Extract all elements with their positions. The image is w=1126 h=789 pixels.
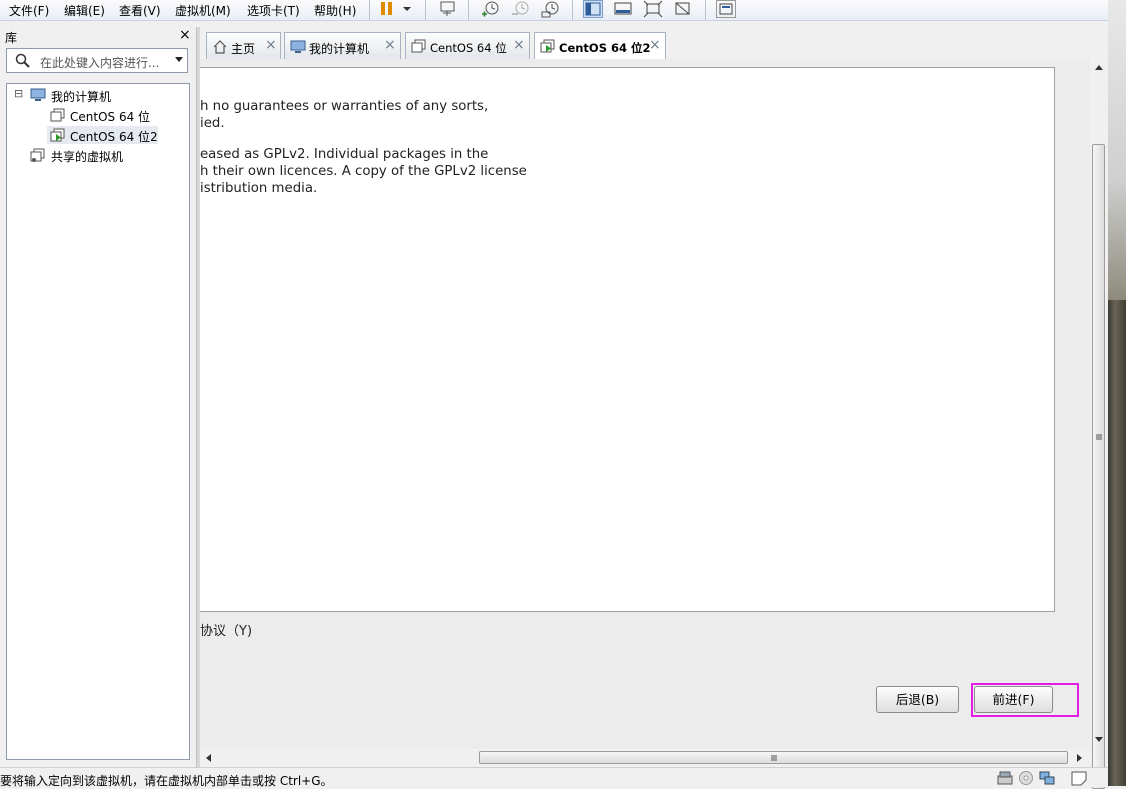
license-line: h their own licences. A copy of the GPLv… bbox=[200, 164, 527, 179]
tree-item-label: 共享的虚拟机 bbox=[51, 150, 124, 164]
vm-icon bbox=[411, 39, 426, 53]
license-line: ied. bbox=[200, 116, 225, 131]
back-button[interactable]: 后退(B) bbox=[876, 686, 959, 713]
license-line: eased as GPLv2. Individual packages in t… bbox=[200, 147, 489, 162]
search-icon bbox=[15, 53, 31, 72]
tab-close-icon[interactable]: × bbox=[513, 37, 525, 53]
dropdown-arrow-icon[interactable] bbox=[400, 0, 420, 18]
forward-button-highlight bbox=[971, 683, 1079, 717]
unity-icon[interactable] bbox=[673, 0, 693, 18]
vm-icon bbox=[50, 108, 65, 122]
vm-running-icon bbox=[540, 39, 555, 53]
tree-item-centos-64-2[interactable]: CentOS 64 位2 bbox=[47, 126, 158, 144]
scroll-down-icon[interactable] bbox=[1094, 736, 1104, 744]
menu-edit[interactable]: 编辑(E) bbox=[64, 2, 105, 19]
console-view-icon[interactable] bbox=[613, 0, 633, 18]
horizontal-scroll-thumb[interactable] bbox=[479, 751, 1068, 764]
home-icon bbox=[213, 40, 227, 54]
snapshot-manager-icon[interactable] bbox=[540, 0, 560, 18]
license-text-box[interactable]: h no guarantees or warranties of any sor… bbox=[200, 67, 1055, 612]
vm-running-icon bbox=[50, 128, 65, 142]
horizontal-scrollbar[interactable] bbox=[200, 749, 1090, 766]
send-ctrl-alt-del-icon[interactable] bbox=[438, 0, 458, 18]
grip-icon bbox=[771, 755, 777, 761]
scroll-right-icon[interactable] bbox=[1076, 753, 1084, 763]
message-icon[interactable] bbox=[1070, 770, 1088, 786]
tab-close-icon[interactable]: × bbox=[384, 37, 396, 53]
menu-view[interactable]: 查看(V) bbox=[119, 2, 161, 19]
menu-file[interactable]: 文件(F) bbox=[9, 2, 49, 19]
tab-close-icon[interactable]: × bbox=[265, 37, 277, 53]
license-line: h no guarantees or warranties of any sor… bbox=[200, 99, 489, 114]
accept-agreement-checkbox-label[interactable]: 协议（Y) bbox=[200, 620, 252, 639]
tree-item-label: CentOS 64 位2 bbox=[70, 130, 158, 144]
tab-bar: 主页 × 我的计算机 × CentOS 64 位 × CentOS 64 位2 … bbox=[200, 27, 1108, 60]
tab-label: CentOS 64 位2 bbox=[559, 41, 651, 55]
library-close-icon[interactable]: × bbox=[179, 27, 191, 43]
tree-item-shared-vms[interactable]: 共享的虚拟机 bbox=[29, 146, 149, 164]
tab-label: 主页 bbox=[231, 42, 256, 56]
tab-label: CentOS 64 位 bbox=[430, 41, 507, 55]
computer-icon bbox=[290, 40, 306, 53]
desktop-background-strip bbox=[1108, 0, 1126, 786]
network-icon[interactable] bbox=[1038, 770, 1056, 786]
vertical-scrollbar[interactable] bbox=[1090, 59, 1108, 789]
library-tree: ⊟ 我的计算机 CentOS 64 位 CentOS 64 位2 共享的虚拟机 bbox=[6, 83, 190, 760]
vertical-scroll-thumb[interactable] bbox=[1092, 144, 1105, 789]
menu-vm[interactable]: 虚拟机(M) bbox=[175, 2, 231, 19]
menu-tabs[interactable]: 选项卡(T) bbox=[247, 2, 300, 19]
snapshot-take-icon[interactable] bbox=[480, 0, 500, 18]
tab-label: 我的计算机 bbox=[309, 42, 370, 56]
tree-expander-icon[interactable]: ⊟ bbox=[14, 87, 23, 100]
status-bar: 要将输入定向到该虚拟机，请在虚拟机内部单击或按 Ctrl+G。 bbox=[0, 767, 1108, 788]
menu-bar: 文件(F) 编辑(E) 查看(V) 虚拟机(M) 选项卡(T) 帮助(H) bbox=[0, 0, 1108, 21]
menu-help[interactable]: 帮助(H) bbox=[314, 2, 356, 19]
pause-icon[interactable] bbox=[378, 0, 398, 18]
shared-vm-icon bbox=[30, 148, 45, 162]
fullscreen-icon[interactable] bbox=[643, 0, 663, 18]
license-line: istribution media. bbox=[200, 181, 318, 196]
tree-item-my-computer[interactable]: ⊟ 我的计算机 bbox=[7, 86, 187, 104]
grip-icon bbox=[1096, 434, 1102, 440]
tab-my-computer[interactable]: 我的计算机 × bbox=[284, 32, 401, 59]
scroll-up-icon[interactable] bbox=[1094, 63, 1104, 71]
search-placeholder: 在此处键入内容进行... bbox=[40, 56, 160, 70]
tab-close-icon[interactable]: × bbox=[649, 37, 661, 53]
tree-item-centos-64[interactable]: CentOS 64 位 bbox=[47, 106, 167, 124]
search-dropdown-icon[interactable] bbox=[175, 57, 183, 62]
library-search-input[interactable]: 在此处键入内容进行... bbox=[6, 48, 188, 73]
thumbnail-view-icon[interactable] bbox=[716, 0, 736, 18]
hard-disk-icon[interactable] bbox=[996, 770, 1014, 786]
tab-centos-64-2[interactable]: CentOS 64 位2 × bbox=[534, 32, 666, 60]
tab-centos-64[interactable]: CentOS 64 位 × bbox=[405, 32, 530, 59]
tab-home[interactable]: 主页 × bbox=[206, 32, 281, 59]
computer-icon bbox=[30, 88, 46, 101]
tree-item-label: 我的计算机 bbox=[51, 90, 112, 104]
cd-icon[interactable] bbox=[1018, 770, 1034, 786]
library-title: 库 bbox=[5, 31, 18, 45]
library-header: 库 × bbox=[0, 27, 196, 45]
library-view-icon[interactable] bbox=[583, 0, 603, 18]
status-text: 要将输入定向到该虚拟机，请在虚拟机内部单击或按 Ctrl+G。 bbox=[0, 774, 333, 788]
snapshot-revert-icon[interactable] bbox=[510, 0, 530, 18]
tree-item-label: CentOS 64 位 bbox=[70, 110, 151, 124]
scroll-left-icon[interactable] bbox=[204, 753, 212, 763]
